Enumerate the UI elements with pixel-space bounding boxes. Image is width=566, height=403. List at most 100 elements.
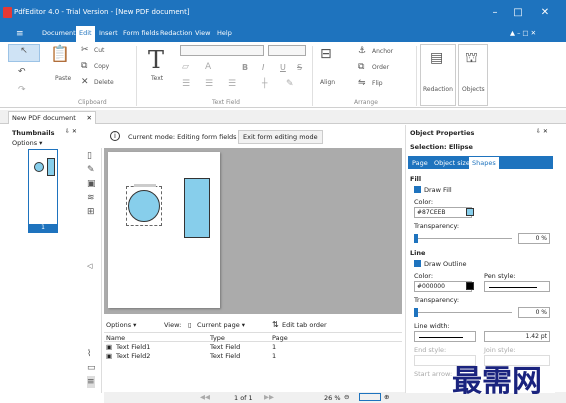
page-thumbnail[interactable]: 1 bbox=[28, 149, 58, 233]
anchor-button[interactable]: Anchor bbox=[372, 48, 393, 55]
fill-color-swatch[interactable] bbox=[466, 208, 474, 216]
fill-transparency-slider[interactable] bbox=[416, 238, 512, 239]
menu-insert[interactable]: Insert bbox=[99, 29, 118, 37]
draw-fill-checkbox[interactable] bbox=[414, 186, 421, 193]
underline-button[interactable]: U bbox=[280, 63, 286, 72]
slider-thumb[interactable] bbox=[414, 234, 418, 243]
minimize-button[interactable]: – bbox=[488, 6, 502, 20]
copy-icon[interactable]: ⧉ bbox=[81, 60, 87, 72]
border-style-icon[interactable]: ┼ bbox=[262, 78, 267, 90]
list-view-icon[interactable]: ≡ bbox=[87, 376, 95, 388]
line-width-select[interactable] bbox=[414, 331, 476, 342]
document-canvas[interactable] bbox=[104, 148, 402, 314]
zoom-level[interactable]: 26 % bbox=[324, 394, 341, 402]
edit-tab-order-button[interactable]: Edit tab order bbox=[282, 321, 327, 329]
cut-button[interactable]: Cut bbox=[94, 47, 104, 54]
italic-button[interactable]: I bbox=[262, 63, 264, 72]
text-tool-icon[interactable]: T bbox=[148, 46, 164, 74]
maximize-button[interactable]: □ bbox=[511, 6, 525, 20]
redaction-icon[interactable]: ▤ bbox=[430, 51, 443, 65]
layers-icon[interactable]: ≋ bbox=[87, 192, 95, 204]
align-right-icon[interactable]: ☰ bbox=[228, 78, 236, 90]
menu-form-fields[interactable]: Form fields bbox=[123, 29, 159, 37]
delete-button[interactable]: Delete bbox=[94, 79, 114, 86]
fill-transparency-input[interactable]: 0 % bbox=[518, 233, 550, 244]
draw-outline-checkbox[interactable] bbox=[414, 260, 421, 267]
anchor-icon[interactable]: ⚓ bbox=[358, 45, 366, 57]
line-color-swatch[interactable] bbox=[466, 282, 474, 290]
menu-help[interactable]: Help bbox=[217, 29, 232, 37]
collapse-arrow-icon[interactable]: ◁ bbox=[87, 260, 92, 272]
order-icon[interactable]: ⧉ bbox=[358, 61, 364, 73]
view-select[interactable]: Current page ▾ bbox=[197, 321, 245, 329]
comment-icon[interactable]: ▭ bbox=[87, 362, 96, 374]
pen-tool-icon[interactable]: ✎ bbox=[87, 164, 95, 176]
delete-icon[interactable]: ✕ bbox=[81, 76, 89, 88]
table-row[interactable]: ▣ Text Field1 Text Field 1 bbox=[104, 343, 402, 352]
redaction-button[interactable]: Redaction bbox=[423, 86, 453, 93]
menu-view[interactable]: View bbox=[195, 29, 210, 37]
exit-form-editing-button[interactable]: Exit form editing mode bbox=[238, 130, 323, 144]
align-icon[interactable]: ⊟ bbox=[320, 47, 332, 61]
stamp-tool-icon[interactable]: ▣ bbox=[87, 178, 96, 190]
font-color-icon[interactable]: A bbox=[205, 61, 211, 73]
font-size-select[interactable] bbox=[268, 45, 306, 56]
page-indicator[interactable]: 1 of 1 bbox=[234, 394, 253, 402]
menu-edit[interactable]: Edit bbox=[76, 26, 95, 42]
pen-style-select[interactable] bbox=[484, 281, 550, 292]
tab-page[interactable]: Page bbox=[412, 159, 428, 167]
column-header[interactable]: Page bbox=[272, 334, 288, 342]
pdf-page[interactable] bbox=[108, 152, 220, 308]
paste-label[interactable]: Paste bbox=[55, 75, 71, 82]
undo-icon[interactable]: ↶ bbox=[18, 66, 26, 78]
cut-icon[interactable]: ✂ bbox=[81, 44, 89, 56]
form-tool-icon[interactable]: ▯ bbox=[87, 150, 92, 162]
line-color-input[interactable]: #000000 bbox=[414, 281, 472, 292]
menu-window-controls[interactable]: ▲ – □ ✕ bbox=[510, 29, 536, 37]
line-transparency-slider[interactable] bbox=[416, 312, 512, 313]
paste-icon[interactable]: 📋 bbox=[50, 46, 70, 62]
flip-button[interactable]: Flip bbox=[372, 80, 383, 87]
tab-object-size[interactable]: Object size bbox=[434, 159, 470, 167]
zoom-slider[interactable] bbox=[359, 393, 381, 401]
tab-new-pdf-document[interactable]: New PDF document ✕ bbox=[8, 111, 96, 124]
strikethrough-button[interactable]: S bbox=[297, 63, 302, 72]
panel-pin-icon[interactable]: ⇩ ✕ bbox=[65, 128, 77, 135]
line-transparency-input[interactable]: 0 % bbox=[518, 307, 550, 318]
close-button[interactable]: ✕ bbox=[538, 6, 552, 20]
bold-button[interactable]: B bbox=[242, 63, 248, 72]
close-tab-icon[interactable]: ✕ bbox=[87, 114, 92, 122]
highlight-icon[interactable]: ✎ bbox=[286, 78, 294, 90]
thumbnails-options[interactable]: Options ▾ bbox=[12, 139, 42, 147]
formlist-options[interactable]: Options ▾ bbox=[106, 321, 136, 329]
column-header[interactable]: Type bbox=[210, 334, 225, 342]
panel-pin-icon[interactable]: ⇩ ✕ bbox=[536, 128, 548, 135]
tab-shapes[interactable]: Shapes bbox=[469, 157, 499, 169]
fill-color-input[interactable]: #87CEEB bbox=[414, 207, 472, 218]
last-page-icon[interactable]: ▶▶ bbox=[264, 393, 274, 401]
hierarchy-icon[interactable]: ⊞ bbox=[87, 206, 95, 218]
fill-color-icon[interactable]: ▱ bbox=[182, 61, 189, 73]
resize-handle[interactable] bbox=[134, 184, 156, 187]
align-center-icon[interactable]: ☰ bbox=[205, 78, 213, 90]
rectangle-shape[interactable] bbox=[184, 178, 210, 238]
font-family-select[interactable] bbox=[180, 45, 264, 56]
align-left-icon[interactable]: ☰ bbox=[182, 78, 190, 90]
hamburger-menu-icon[interactable]: ≡ bbox=[16, 29, 24, 39]
order-button[interactable]: Order bbox=[372, 64, 389, 71]
objects-icon[interactable]: ⛫ bbox=[465, 51, 478, 65]
redo-icon[interactable]: ↷ bbox=[18, 84, 26, 96]
flip-icon[interactable]: ⇋ bbox=[358, 77, 366, 89]
zoom-out-icon[interactable]: ⊖ bbox=[344, 393, 349, 401]
first-page-icon[interactable]: ◀◀ bbox=[200, 393, 210, 401]
line-width-input[interactable]: 1.42 pt bbox=[484, 331, 550, 342]
menu-document[interactable]: Document bbox=[42, 29, 76, 37]
zoom-in-icon[interactable]: ⊕ bbox=[384, 393, 389, 401]
menu-redaction[interactable]: Redaction bbox=[160, 29, 192, 37]
attachment-icon[interactable]: ⌇ bbox=[87, 348, 91, 360]
slider-thumb[interactable] bbox=[414, 308, 418, 317]
objects-button[interactable]: Objects bbox=[462, 86, 485, 93]
text-label[interactable]: Text bbox=[151, 75, 163, 82]
copy-button[interactable]: Copy bbox=[94, 63, 109, 70]
select-tool-button[interactable]: ↖ bbox=[8, 44, 40, 62]
